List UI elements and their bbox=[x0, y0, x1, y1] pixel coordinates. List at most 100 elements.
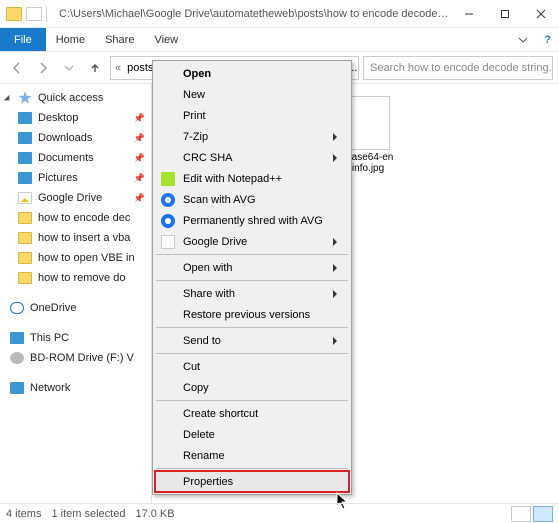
nav-forward-button[interactable] bbox=[32, 57, 54, 79]
menu-item-avg-shred[interactable]: Permanently shred with AVG bbox=[155, 210, 349, 231]
menu-item-7zip[interactable]: 7-Zip bbox=[155, 126, 349, 147]
menu-item-create-shortcut[interactable]: Create shortcut bbox=[155, 403, 349, 424]
menu-separator bbox=[156, 327, 348, 328]
sidebar-item-label: how to open VBE in bbox=[38, 252, 135, 264]
sidebar-item-label: Documents bbox=[38, 152, 94, 164]
sidebar-item-label: Desktop bbox=[38, 112, 78, 124]
sidebar-item-folder[interactable]: how to open VBE in bbox=[0, 248, 151, 268]
menu-separator bbox=[156, 400, 348, 401]
view-mode-buttons bbox=[511, 506, 553, 522]
menu-item-rename[interactable]: Rename bbox=[155, 445, 349, 466]
details-view-button[interactable] bbox=[511, 506, 531, 522]
status-size: 17.0 KB bbox=[135, 508, 174, 520]
sidebar-onedrive[interactable]: OneDrive bbox=[0, 298, 151, 318]
menu-item-new[interactable]: New bbox=[155, 84, 349, 105]
submenu-arrow-icon bbox=[333, 154, 341, 162]
sidebar-quick-access[interactable]: Quick access bbox=[0, 88, 151, 108]
sidebar-item-label: how to insert a vba bbox=[38, 232, 130, 244]
google-drive-icon bbox=[161, 235, 175, 249]
sidebar-item-label: how to remove do bbox=[38, 272, 125, 284]
folder-icon[interactable] bbox=[26, 7, 42, 21]
sidebar-item-documents[interactable]: Documents 📌 bbox=[0, 148, 151, 168]
sidebar-item-google-drive[interactable]: Google Drive 📌 bbox=[0, 188, 151, 208]
sidebar-network[interactable]: Network bbox=[0, 378, 151, 398]
submenu-arrow-icon bbox=[333, 264, 341, 272]
menu-item-open[interactable]: Open bbox=[155, 63, 349, 84]
ribbon-expand-icon[interactable] bbox=[510, 28, 536, 51]
sidebar-item-folder[interactable]: how to encode dec bbox=[0, 208, 151, 228]
close-button[interactable] bbox=[523, 0, 559, 28]
minimize-button[interactable] bbox=[451, 0, 487, 28]
context-menu: Open New Print 7-Zip CRC SHA Edit with N… bbox=[152, 60, 352, 495]
sidebar-label: Quick access bbox=[38, 92, 103, 104]
menu-item-open-with[interactable]: Open with bbox=[155, 257, 349, 278]
computer-icon bbox=[10, 332, 24, 344]
sidebar-item-folder[interactable]: how to insert a vba bbox=[0, 228, 151, 248]
disc-icon bbox=[10, 352, 24, 364]
menu-item-google-drive[interactable]: Google Drive bbox=[155, 231, 349, 252]
sidebar-item-label: BD-ROM Drive (F:) V bbox=[30, 352, 134, 364]
avg-icon bbox=[161, 193, 175, 207]
menu-item-restore[interactable]: Restore previous versions bbox=[155, 304, 349, 325]
menu-item-avg-scan[interactable]: Scan with AVG bbox=[155, 189, 349, 210]
sidebar-item-desktop[interactable]: Desktop 📌 bbox=[0, 108, 151, 128]
submenu-arrow-icon bbox=[333, 337, 341, 345]
menu-separator bbox=[156, 280, 348, 281]
quick-access-toolbar bbox=[0, 6, 53, 22]
submenu-arrow-icon bbox=[333, 133, 341, 141]
menu-separator bbox=[156, 468, 348, 469]
menu-item-send-to[interactable]: Send to bbox=[155, 330, 349, 351]
tab-view[interactable]: View bbox=[144, 28, 188, 51]
sidebar-bdrom[interactable]: BD-ROM Drive (F:) V bbox=[0, 348, 151, 368]
network-icon bbox=[10, 382, 24, 394]
menu-item-crc-sha[interactable]: CRC SHA bbox=[155, 147, 349, 168]
sidebar-item-pictures[interactable]: Pictures 📌 bbox=[0, 168, 151, 188]
search-input[interactable]: Search how to encode decode string... bbox=[363, 56, 553, 80]
menu-separator bbox=[156, 353, 348, 354]
documents-icon bbox=[18, 152, 32, 164]
sidebar-item-label: Downloads bbox=[38, 132, 92, 144]
menu-item-properties[interactable]: Properties bbox=[155, 471, 349, 492]
pin-icon: 📌 bbox=[134, 153, 145, 164]
navigation-pane: Quick access Desktop 📌 Downloads 📌 Docum… bbox=[0, 84, 152, 503]
menu-item-cut[interactable]: Cut bbox=[155, 356, 349, 377]
sidebar-item-label: how to encode dec bbox=[38, 212, 130, 224]
avg-icon bbox=[161, 214, 175, 228]
folder-icon[interactable] bbox=[6, 7, 22, 21]
thumbnail-view-button[interactable] bbox=[533, 506, 553, 522]
tab-home[interactable]: Home bbox=[46, 28, 95, 51]
sidebar-item-label: Pictures bbox=[38, 172, 78, 184]
nav-recent-button[interactable] bbox=[58, 57, 80, 79]
sidebar-this-pc[interactable]: This PC bbox=[0, 328, 151, 348]
menu-item-delete[interactable]: Delete bbox=[155, 424, 349, 445]
sidebar-item-downloads[interactable]: Downloads 📌 bbox=[0, 128, 151, 148]
sidebar-item-folder[interactable]: how to remove do bbox=[0, 268, 151, 288]
help-icon[interactable]: ? bbox=[536, 28, 559, 51]
ribbon-tabs: File Home Share View ? bbox=[0, 28, 559, 52]
onedrive-icon bbox=[10, 302, 24, 314]
status-item-count: 4 items bbox=[6, 508, 41, 520]
sidebar-item-label: This PC bbox=[30, 332, 69, 344]
menu-item-copy[interactable]: Copy bbox=[155, 377, 349, 398]
status-selected-count: 1 item selected bbox=[51, 508, 125, 520]
chevron-left-icon[interactable]: « bbox=[113, 62, 123, 74]
window-title: C:\Users\Michael\Google Drive\automateth… bbox=[53, 8, 451, 20]
submenu-arrow-icon bbox=[333, 290, 341, 298]
menu-item-notepadpp[interactable]: Edit with Notepad++ bbox=[155, 168, 349, 189]
pin-icon: 📌 bbox=[134, 193, 145, 204]
notepadpp-icon bbox=[161, 172, 175, 186]
sidebar-item-label: Google Drive bbox=[38, 192, 102, 204]
nav-up-button[interactable] bbox=[84, 57, 106, 79]
tab-file[interactable]: File bbox=[0, 28, 46, 51]
nav-back-button[interactable] bbox=[6, 57, 28, 79]
title-bar: C:\Users\Michael\Google Drive\automateth… bbox=[0, 0, 559, 28]
menu-item-print[interactable]: Print bbox=[155, 105, 349, 126]
menu-item-share-with[interactable]: Share with bbox=[155, 283, 349, 304]
tab-share[interactable]: Share bbox=[95, 28, 144, 51]
pin-icon: 📌 bbox=[134, 133, 145, 144]
maximize-button[interactable] bbox=[487, 0, 523, 28]
folder-icon bbox=[18, 252, 32, 264]
menu-separator bbox=[156, 254, 348, 255]
pin-icon: 📌 bbox=[134, 113, 145, 124]
downloads-icon bbox=[18, 132, 32, 144]
